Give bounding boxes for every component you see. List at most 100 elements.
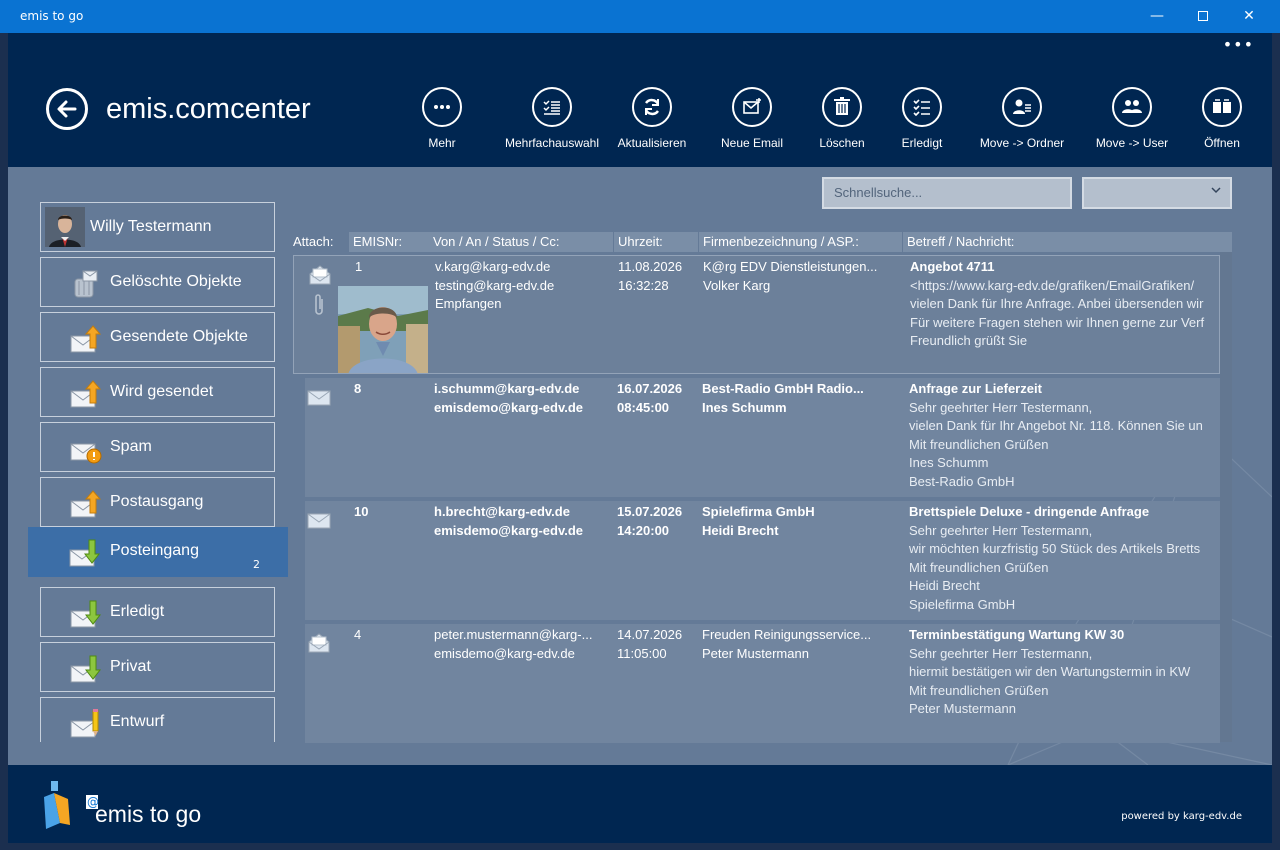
email-subject: Terminbestätigung Wartung KW 30 <box>909 627 1125 642</box>
email-company: Spielefirma GmbH <box>702 504 815 519</box>
app-header: ••• emis.comcenter Mehr Mehrfachauswahl … <box>8 33 1272 167</box>
column-header-time[interactable]: Uhrzeit: <box>614 232 698 252</box>
email-body-line: <https://www.karg-edv.de/grafiken/EmailG… <box>910 277 1195 293</box>
read-mail-icon <box>309 265 331 285</box>
email-contact: Volker Karg <box>703 277 771 293</box>
paperclip-icon <box>315 294 323 315</box>
email-company: Best-Radio GmbH Radio... <box>702 381 864 396</box>
sidebar-item-label: Spam <box>110 438 152 455</box>
sidebar-item-postausgang[interactable]: Postausgang <box>40 477 275 527</box>
search-input[interactable]: Schnellsuche... <box>822 177 1072 209</box>
toolbar-label: Mehrfachauswahl <box>504 136 600 150</box>
sidebar-item-posteingang[interactable]: Posteingang 2 <box>28 527 288 577</box>
sidebar-item-gesendete-objekte[interactable]: Gesendete Objekte <box>40 312 275 362</box>
more-options-icon[interactable]: ••• <box>1223 35 1254 54</box>
toolbar-button-mehrfachauswahl[interactable]: Mehrfachauswahl <box>497 87 607 150</box>
close-button[interactable]: ✕ <box>1226 0 1272 33</box>
sidebar-item-spam[interactable]: Spam <box>40 422 275 472</box>
sidebar-item-geloeschte-objekte[interactable]: Gelöschte Objekte <box>40 257 275 307</box>
column-header-nr[interactable]: EMISNr: <box>349 232 429 252</box>
email-date: 14.07.2026 <box>617 627 683 642</box>
email-status: Empfangen <box>435 296 502 311</box>
window-titlebar: emis to go — ✕ <box>0 0 1280 33</box>
table-row[interactable]: 10 h.brecht@karg-edv.de emisdemo@karg-ed… <box>305 501 1220 620</box>
toolbar-button-erledigt[interactable]: Erledigt <box>867 87 977 150</box>
toolbar-button-aktualisieren[interactable]: Aktualisieren <box>597 87 707 150</box>
toolbar-button-mehr[interactable]: Mehr <box>387 87 497 150</box>
email-to: emisdemo@karg-edv.de <box>434 399 583 415</box>
email-nr: 10 <box>354 504 369 519</box>
email-time: 11:05:00 <box>617 645 667 661</box>
email-from: h.brecht@karg-edv.de <box>434 504 570 519</box>
toolbar-label: Mehr <box>428 136 456 150</box>
sidebar-item-wird-gesendet[interactable]: Wird gesendet <box>40 367 275 417</box>
sidebar-item-label: Erledigt <box>110 603 165 620</box>
column-header-company[interactable]: Firmenbezeichnung / ASP.: <box>699 232 902 252</box>
email-body-line: Sehr geehrter Herr Testermann, <box>909 645 1093 661</box>
sidebar-item-privat[interactable]: Privat <box>40 642 275 692</box>
mail-up-icon <box>70 325 102 353</box>
email-subject: Anfrage zur Lieferzeit <box>909 381 1042 396</box>
sidebar-item-label: Privat <box>110 658 151 675</box>
email-from: v.karg@karg-edv.de <box>435 259 551 274</box>
email-date: 16.07.2026 <box>617 381 683 396</box>
sender-photo <box>338 286 428 373</box>
email-from: i.schumm@karg-edv.de <box>434 381 580 396</box>
arrow-left-icon <box>57 100 77 118</box>
footer-logo-text: emis to go <box>95 801 202 827</box>
sidebar-item-label: Wird gesendet <box>110 383 214 400</box>
list-scroll-area[interactable] <box>1220 252 1232 742</box>
filter-dropdown[interactable] <box>1082 177 1232 209</box>
unread-mail-icon <box>307 390 331 406</box>
maximize-button[interactable] <box>1180 0 1226 33</box>
email-to: emisdemo@karg-edv.de <box>434 645 575 661</box>
mail-up-icon <box>70 490 102 518</box>
avatar <box>45 207 85 247</box>
email-nr: 1 <box>355 259 363 274</box>
window-title: emis to go <box>20 9 84 23</box>
column-header-attach[interactable]: Attach: <box>293 232 345 252</box>
sidebar-item-label: Entwurf <box>110 713 165 730</box>
read-mail-icon <box>308 633 330 653</box>
column-header-subject[interactable]: Betreff / Nachricht: <box>903 232 1232 252</box>
email-body-line: Für weitere Fragen stehen wir Ihnen gern… <box>910 314 1205 330</box>
email-body-line: hiermit bestätigen wir den Wartungstermi… <box>909 664 1191 679</box>
column-header-from[interactable]: Von / An / Status / Cc: <box>429 232 613 252</box>
email-body-line: Sehr geehrter Herr Testermann, <box>909 522 1093 538</box>
email-time: 08:45:00 <box>617 399 670 415</box>
back-button[interactable] <box>46 88 88 130</box>
sidebar-user-name: Willy Testermann <box>90 218 212 235</box>
ellipsis-icon <box>422 87 462 127</box>
new-mail-icon <box>732 87 772 127</box>
table-row[interactable]: 8 i.schumm@karg-edv.de emisdemo@karg-edv… <box>305 378 1220 497</box>
page-title: emis.comcenter <box>106 93 311 125</box>
email-body-line: Best-Radio GmbH <box>909 473 1015 489</box>
email-body-line: Spielefirma GmbH <box>909 596 1016 612</box>
toolbar-button-oeffnen[interactable]: Öffnen <box>1167 87 1272 150</box>
mail-table-header: Attach: EMISNr: Von / An / Status / Cc: … <box>293 232 1232 252</box>
sidebar-user[interactable]: Willy Testermann <box>40 202 275 252</box>
table-row[interactable]: 1 v.karg@karg-edv.de testing@karg-edv.de… <box>293 255 1220 374</box>
email-from: peter.mustermann@karg-... <box>434 627 593 642</box>
minimize-icon: — <box>1150 8 1164 24</box>
sidebar-item-entwurf[interactable]: Entwurf <box>40 697 275 742</box>
email-date: 11.08.2026 <box>618 259 683 274</box>
mail-down-icon <box>70 655 102 683</box>
email-body-line: Ines Schumm <box>909 455 989 470</box>
mail-down-icon <box>69 539 101 567</box>
toolbar-button-move-ordner[interactable]: Move -> Ordner <box>967 87 1077 150</box>
email-nr: 8 <box>354 381 362 396</box>
toolbar-label: Aktualisieren <box>617 136 687 150</box>
email-contact: Ines Schumm <box>702 399 787 415</box>
trash-mail-icon <box>74 270 98 298</box>
sidebar-item-erledigt[interactable]: Erledigt <box>40 587 275 637</box>
mail-warning-icon <box>70 443 102 464</box>
move-user-icon <box>1112 87 1152 127</box>
powered-by-text[interactable]: powered by karg-edv.de <box>1121 811 1242 822</box>
trash-icon <box>822 87 862 127</box>
table-row[interactable]: 4 peter.mustermann@karg-... emisdemo@kar… <box>305 624 1220 743</box>
email-to: testing@karg-edv.de <box>435 277 555 293</box>
app-footer: @ emis to go powered by karg-edv.de <box>8 765 1272 843</box>
email-body-line: Heidi Brecht <box>909 578 980 593</box>
minimize-button[interactable]: — <box>1134 0 1180 33</box>
